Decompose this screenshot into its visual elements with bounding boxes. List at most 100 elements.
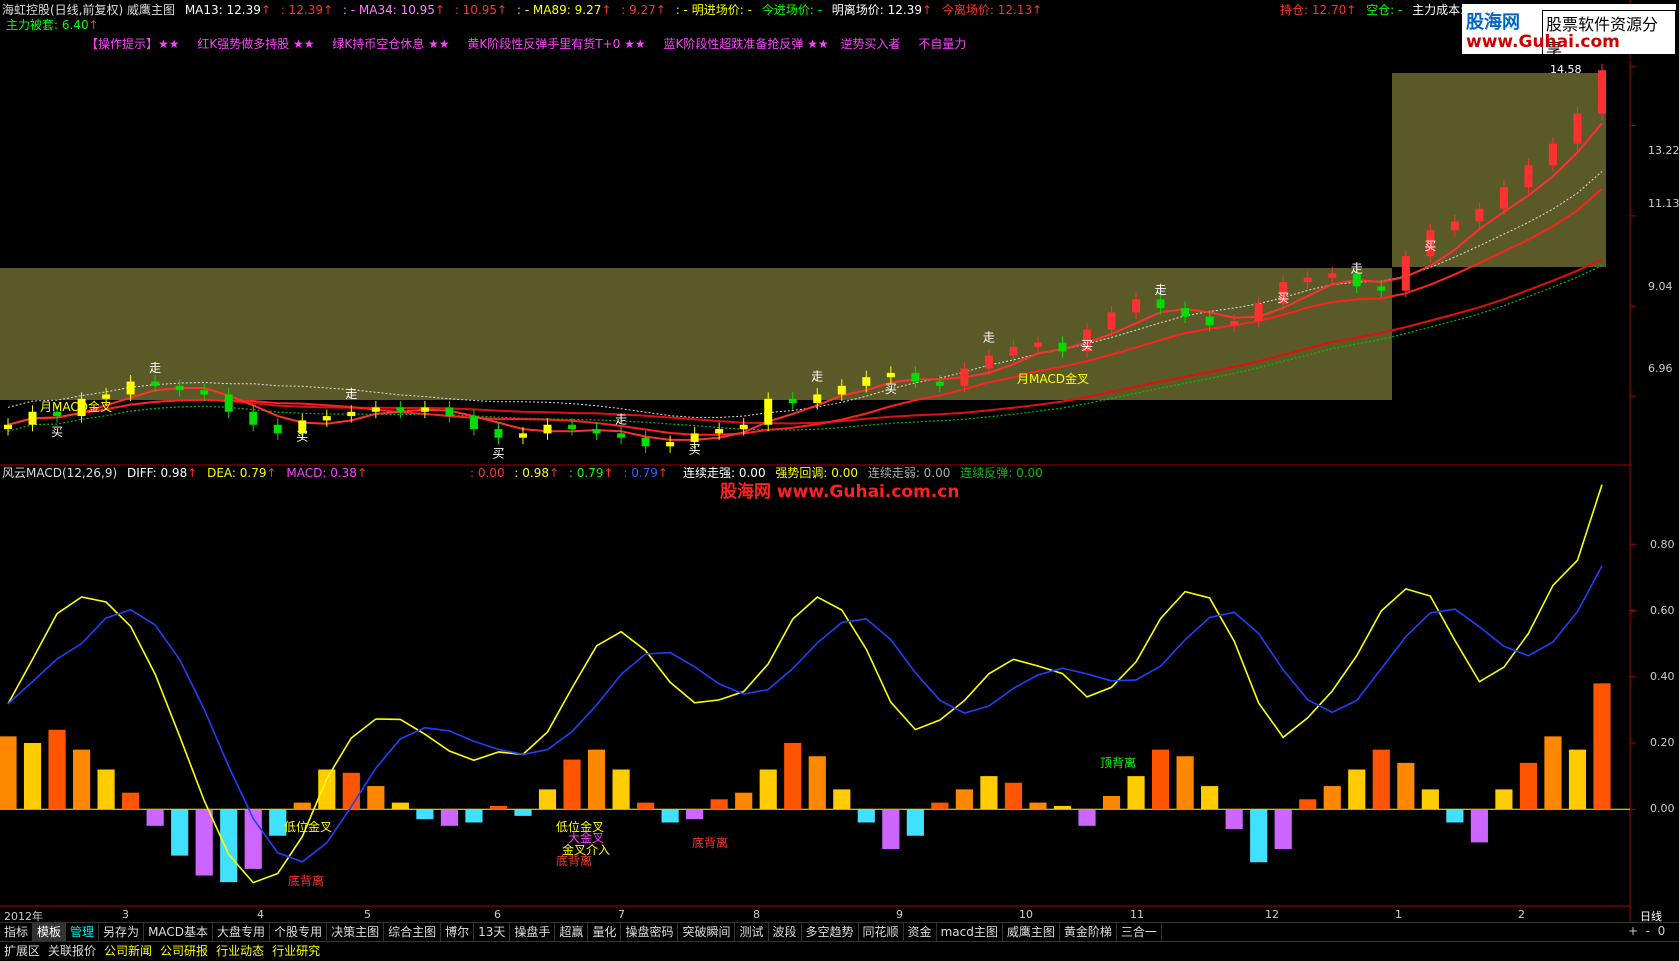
macd-bar <box>833 789 851 810</box>
tab-10[interactable]: 13天 <box>474 923 511 941</box>
candle-body <box>617 433 626 438</box>
x-label-9: 9 <box>896 908 903 921</box>
logo-url: www.Guhai.com <box>1466 32 1620 52</box>
candle-body <box>347 411 356 417</box>
v4-arrow-icon: ↑ <box>657 466 668 480</box>
tab-14[interactable]: 操盘密码 <box>621 923 679 941</box>
candle-body <box>862 377 871 386</box>
x-label-2: 2 <box>1518 908 1525 921</box>
x-label-12: 12 <box>1265 908 1279 921</box>
macd-bar <box>759 769 777 810</box>
tab-1[interactable]: 模板 <box>33 923 67 941</box>
macd-bar <box>980 776 998 810</box>
candle-body <box>837 385 846 395</box>
candle-body <box>886 372 895 378</box>
macd-bar <box>220 809 238 883</box>
candle-body <box>568 424 577 430</box>
tab-20[interactable]: 资金 <box>904 923 937 941</box>
tab-4[interactable]: MACD基本 <box>144 923 214 941</box>
tab-6[interactable]: 个股专用 <box>270 923 328 941</box>
candle-body <box>1598 70 1606 114</box>
candle-body <box>1132 299 1141 313</box>
signal-sell: 走 <box>983 331 995 345</box>
candle-body <box>1401 256 1410 291</box>
x-label-8: 8 <box>753 908 760 921</box>
candle-body <box>1181 308 1190 317</box>
signal-buy: 买 <box>51 425 63 439</box>
hold-arrow-icon: ↑ <box>1346 3 1357 17</box>
signal-sell: 走 <box>615 413 627 427</box>
candle-body <box>28 411 37 425</box>
candle-body <box>1475 208 1484 222</box>
tab-9[interactable]: 博尔 <box>441 923 475 941</box>
tab-24[interactable]: 三合一 <box>1117 923 1162 941</box>
macd-bar <box>195 809 213 876</box>
ma34b-arrow-icon: ↑ <box>497 3 508 17</box>
ext-tab-3[interactable]: 公司研报 <box>156 942 212 960</box>
macd-bar <box>293 802 311 810</box>
candle-body <box>960 368 969 386</box>
macd-bar <box>931 802 949 810</box>
ma34-value: : 10.95 <box>454 3 498 17</box>
candle-body <box>224 394 233 412</box>
resistance-zone-upper <box>1392 73 1606 267</box>
tab-5[interactable]: 大盘专用 <box>213 923 271 941</box>
diff-arrow-icon: ↑ <box>187 466 198 480</box>
macd-v1: : 0.00 <box>470 466 505 480</box>
candle-body <box>1450 221 1459 231</box>
candle-body <box>396 407 405 412</box>
signal-sell: 走 <box>1155 283 1167 297</box>
x-label-1: 1 <box>1395 908 1402 921</box>
candle-body <box>739 424 748 430</box>
ext-tab-5[interactable]: 行业研究 <box>268 942 324 960</box>
extension-tabbar: 扩展区 关联报价 公司新闻 公司研报 行业动态 行业研究 <box>0 941 1679 961</box>
macd-tick-020: 0.20 <box>1650 736 1675 749</box>
tab-21[interactable]: macd主图 <box>937 923 1003 941</box>
tab-19[interactable]: 同花顺 <box>859 923 904 941</box>
signal-low-cross-1: 低位金叉 <box>284 820 333 834</box>
tab-0[interactable]: 指标 <box>0 923 34 941</box>
macd-bar <box>1152 749 1170 810</box>
tab-15[interactable]: 突破瞬间 <box>678 923 736 941</box>
candle-body <box>1328 273 1337 278</box>
logo-brand: 股海网 <box>1466 12 1520 33</box>
price-tick-904: 9.04 <box>1648 280 1673 293</box>
tab-scroll-controls[interactable]: + - 0 <box>1628 924 1665 938</box>
candle-body <box>1377 286 1386 291</box>
tab-7[interactable]: 决策主图 <box>327 923 385 941</box>
exit-tomorrow: 明离场价: 12.39 <box>831 3 922 17</box>
macd-bar <box>1372 749 1390 810</box>
ma13-value: : 12.39 <box>280 3 323 17</box>
guhai-logo: 股海网 股票软件资源分享 www.Guhai.com <box>1462 4 1676 60</box>
tab-23[interactable]: 黄金阶梯 <box>1060 923 1117 941</box>
tab-12[interactable]: 超赢 <box>555 923 589 941</box>
tab-16[interactable]: 测试 <box>735 923 769 941</box>
macd-bar <box>1519 762 1538 810</box>
operation-tips: 【操作提示】★★ 红K强势做多持股 ★★ 绿K持币空仓休息 ★★ 黄K阶段性反弹… <box>86 37 972 51</box>
macd-bar <box>808 756 826 810</box>
tab-22[interactable]: 威鹰主图 <box>1003 923 1060 941</box>
tab-8[interactable]: 综合主图 <box>384 923 442 941</box>
tab-11[interactable]: 操盘手 <box>510 923 556 941</box>
x-label-7: 7 <box>618 908 625 921</box>
macd-v3: : 0.79 <box>568 466 604 480</box>
tab-2[interactable]: 管理 <box>66 923 100 941</box>
candle-body <box>1033 342 1042 347</box>
candle-body <box>715 429 724 434</box>
tab-13[interactable]: 量化 <box>588 923 622 941</box>
tab-18[interactable]: 多空趋势 <box>802 923 859 941</box>
ext-tab-4[interactable]: 行业动态 <box>212 942 268 960</box>
ext-tab-2[interactable]: 公司新闻 <box>100 942 156 960</box>
tip-title: 【操作提示】★★ <box>86 37 180 51</box>
macd-diff: DIFF: 0.98 <box>126 466 188 480</box>
macd-bar <box>391 802 409 810</box>
candle-body <box>764 398 773 425</box>
tab-17[interactable]: 波段 <box>769 923 802 941</box>
macd-name: 风云MACD(12,26,9) <box>2 466 118 480</box>
tab-3[interactable]: 另存为 <box>99 923 145 941</box>
ext-tab-0[interactable]: 扩展区 <box>0 942 44 960</box>
candle-body <box>935 381 944 386</box>
price-header: 海虹控股(日线,前复权) 威鹰主图 MA13: 12.39↑ : 12.39↑ … <box>2 3 1048 17</box>
ma89-value: : 9.27 <box>621 3 656 17</box>
ext-tab-1[interactable]: 关联报价 <box>44 942 100 960</box>
